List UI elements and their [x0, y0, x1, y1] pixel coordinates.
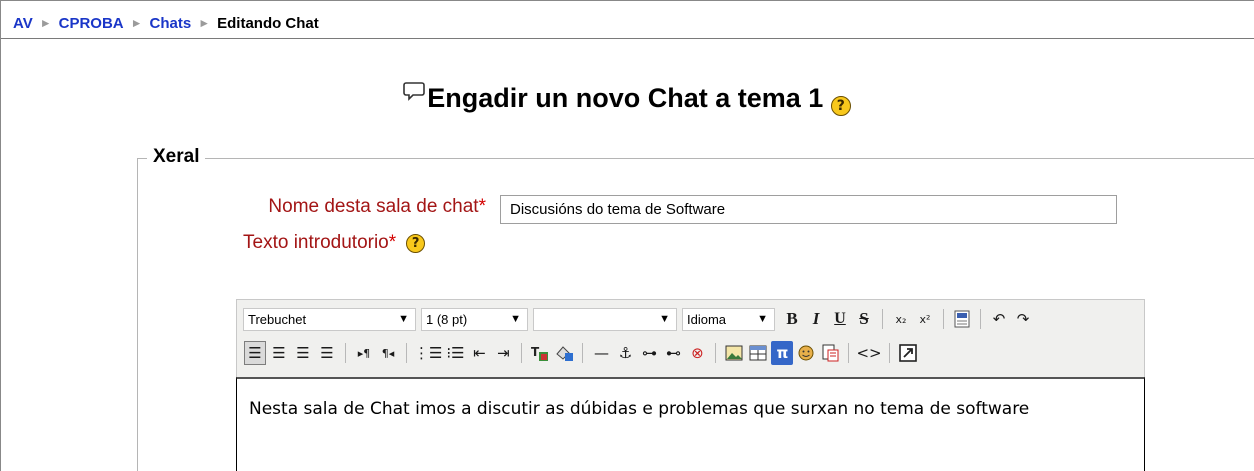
- bold-icon[interactable]: B: [781, 307, 803, 331]
- font-family-value: Trebuchet: [248, 311, 307, 327]
- align-right-icon[interactable]: ☰: [292, 341, 314, 365]
- toolbar-separator: [582, 343, 584, 363]
- breadcrumb-separator: ►: [130, 15, 143, 30]
- required-mark: *: [388, 232, 397, 253]
- toolbar-separator: [882, 309, 883, 329]
- toolbar-separator: [848, 343, 850, 363]
- horizontal-rule-icon[interactable]: —: [590, 341, 612, 365]
- toolbar-separator: [980, 309, 981, 329]
- intro-label-text: Texto introdutorio: [243, 232, 389, 253]
- toolbar-separator: [521, 343, 523, 363]
- chevron-down-icon: ▼: [398, 313, 409, 325]
- breadcrumb-current: Editando Chat: [217, 15, 319, 32]
- unordered-list-icon[interactable]: ⁝☰: [444, 341, 466, 365]
- toolbar-separator: [406, 343, 407, 363]
- page-title-text: Engadir un novo Chat a tema 1: [427, 83, 824, 114]
- chat-icon: [403, 82, 426, 101]
- required-mark: *: [478, 196, 486, 217]
- chevron-down-icon: ▼: [510, 313, 521, 325]
- background-color-icon[interactable]: [553, 341, 575, 365]
- name-label: Nome desta sala de chat*: [268, 196, 486, 218]
- section-title: Xeral: [147, 146, 206, 168]
- link-icon[interactable]: ⊶: [638, 341, 660, 365]
- table-icon[interactable]: [747, 341, 769, 365]
- breadcrumb-separator: ►: [198, 15, 211, 30]
- breadcrumb-item-chats[interactable]: Chats: [150, 15, 192, 32]
- name-label-text: Nome desta sala de chat: [268, 196, 479, 217]
- ordered-list-icon[interactable]: ⋮☰: [414, 341, 442, 365]
- breadcrumb-separator: ►: [39, 15, 52, 30]
- anchor-icon[interactable]: ⚓: [614, 341, 636, 365]
- intro-text-editor[interactable]: Nesta sala de Chat imos a discutir as dú…: [236, 377, 1145, 471]
- chevron-down-icon: ▼: [757, 313, 768, 325]
- align-center-icon[interactable]: ☰: [268, 341, 290, 365]
- toolbar-separator: [345, 343, 346, 363]
- html-source-icon[interactable]: <>: [856, 341, 881, 365]
- language-value: Idioma: [687, 311, 727, 327]
- redo-icon[interactable]: ↷: [1012, 307, 1034, 331]
- no-link-icon[interactable]: ⊗: [686, 341, 708, 365]
- text-color-icon[interactable]: T: [529, 341, 551, 365]
- language-select[interactable]: Idioma ▼: [682, 307, 775, 331]
- font-family-select[interactable]: Trebuchet ▼: [243, 307, 416, 331]
- font-size-select[interactable]: 1 (8 pt) ▼: [421, 307, 528, 331]
- chevron-down-icon: ▼: [659, 313, 670, 325]
- breadcrumb-item-av[interactable]: AV: [13, 15, 33, 32]
- unlink-icon[interactable]: ⊷: [662, 341, 684, 365]
- page-title: Engadir un novo Chat a tema 1 ?: [0, 80, 1254, 116]
- help-icon[interactable]: ?: [830, 96, 851, 116]
- subscript-icon[interactable]: x₂: [890, 307, 912, 331]
- undo-icon[interactable]: ↶: [988, 307, 1010, 331]
- outdent-icon[interactable]: ⇤: [468, 341, 490, 365]
- align-left-icon[interactable]: ☰: [244, 341, 266, 365]
- font-size-value: 1 (8 pt): [426, 311, 468, 327]
- breadcrumb-bar: AV ► CPROBA ► Chats ► Editando Chat: [1, 1, 1254, 39]
- emoticon-icon[interactable]: [795, 341, 817, 365]
- rtl-icon[interactable]: ¶◂: [377, 341, 399, 365]
- indent-icon[interactable]: ⇥: [492, 341, 514, 365]
- toolbar-separator: [888, 343, 890, 363]
- math-icon[interactable]: π: [771, 341, 794, 365]
- strikethrough-icon[interactable]: S: [853, 307, 875, 331]
- italic-icon[interactable]: I: [805, 307, 827, 331]
- superscript-icon[interactable]: x²: [914, 307, 936, 331]
- underline-icon[interactable]: U: [829, 307, 851, 331]
- breadcrumb-item-cproba[interactable]: CPROBA: [59, 15, 124, 32]
- find-icon[interactable]: [819, 341, 841, 365]
- toolbar-separator: [943, 309, 944, 329]
- intro-text: Nesta sala de Chat imos a discutir as dú…: [249, 399, 1030, 419]
- ltr-icon[interactable]: ▸¶: [353, 341, 375, 365]
- help-icon[interactable]: ?: [406, 233, 426, 253]
- justify-icon[interactable]: ☰: [316, 341, 338, 365]
- format-select[interactable]: ▼: [533, 307, 677, 331]
- svg-text:T: T: [531, 345, 540, 359]
- breadcrumb: AV ► CPROBA ► Chats ► Editando Chat: [13, 15, 319, 32]
- toolbar-row-2: ☰ ☰ ☰ ☰ ▸¶ ¶◂ ⋮☰ ⁝☰ ⇤ ⇥ T — ⚓ ⊶ ⊷ ⊗ π <>: [243, 340, 920, 366]
- paste-from-word-icon[interactable]: [951, 307, 973, 331]
- toolbar-row-1: Trebuchet ▼ 1 (8 pt) ▼ ▼ Idioma ▼ B I U S x…: [243, 306, 1035, 332]
- image-icon[interactable]: [723, 341, 745, 365]
- fullscreen-icon[interactable]: [897, 341, 919, 365]
- chat-name-input[interactable]: [500, 195, 1117, 224]
- toolbar-separator: [715, 343, 717, 363]
- intro-label: Texto introdutorio * ?: [243, 232, 426, 254]
